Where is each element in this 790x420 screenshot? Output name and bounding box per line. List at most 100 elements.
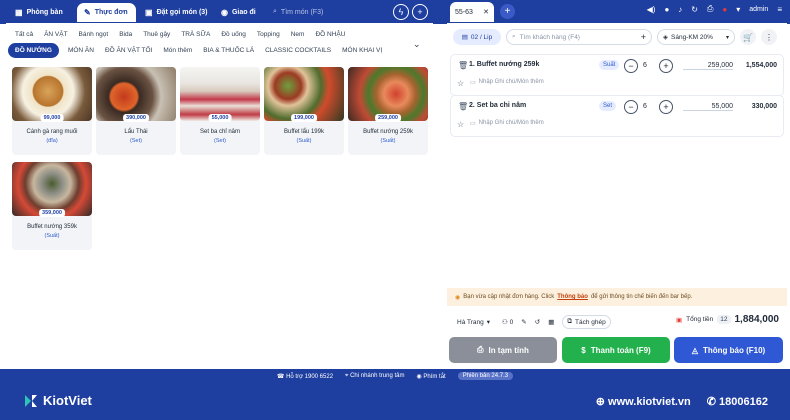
category-item[interactable]: Thuê gậy (143, 31, 170, 38)
guest-count[interactable]: ⚇ 0 (502, 318, 513, 326)
print-bill-button[interactable]: ⎙ In tạm tính (449, 337, 557, 363)
refresh-icon[interactable]: ↻ (691, 5, 698, 14)
item-name: Buffet nướng 359k (27, 224, 77, 230)
bell-icon[interactable]: ♪ (678, 5, 682, 14)
line-item-name[interactable]: 1. Buffet nướng 259k (469, 61, 539, 68)
status-bar: ☎ Hỗ trợ 1900 6522 ⌖ Chi nhánh trung tâm… (0, 369, 790, 383)
increase-qty-button[interactable]: + (659, 100, 673, 114)
info-icon[interactable]: ● (664, 5, 669, 14)
flag-icon[interactable]: ● (722, 5, 727, 14)
food-image (12, 67, 92, 121)
category-item[interactable]: Nem (291, 31, 305, 38)
price-tag: 259,000 (375, 114, 401, 122)
increase-qty-button[interactable]: + (659, 59, 673, 73)
order-total: ▣ Tổng tiền 12 1,884,000 (676, 314, 779, 325)
user-name[interactable]: admin (749, 6, 768, 13)
category-item[interactable]: ĐỒ NHẬU (315, 31, 345, 38)
notify-kitchen-button[interactable]: ◬ Thông báo (F10) (674, 337, 783, 363)
menu-card[interactable]: 390,000 Lẩu Thái (Set) (96, 67, 176, 155)
price-tag: 55,000 (208, 114, 232, 122)
search-icon: ⌕ (273, 8, 277, 15)
order-line: 🗑 2. Set ba chỉ nâm Set − 6 + 55,000 330… (451, 96, 783, 136)
more-icon[interactable]: ⋮ (761, 29, 777, 45)
footer-contacts: ⊕ www.kiotviet.vn ✆ 18006162 (596, 395, 768, 408)
price-tag: 390,000 (123, 114, 149, 122)
category-item[interactable]: TRÀ SỮA (181, 31, 210, 38)
chevron-down-icon[interactable]: ⌄ (413, 39, 425, 51)
trash-icon[interactable]: 🗑 (458, 61, 468, 70)
category-item[interactable]: Món thêm (163, 47, 192, 54)
history-icon[interactable]: ↺ (535, 318, 540, 326)
quantity-value[interactable]: 6 (643, 62, 647, 69)
volume-icon[interactable]: ◀) (647, 5, 656, 14)
notice-link[interactable]: Thông báo (557, 294, 588, 300)
hamburger-icon[interactable]: ≡ (777, 5, 782, 14)
category-item[interactable]: Đồ uống (221, 31, 246, 38)
add-customer-icon[interactable]: + (641, 32, 646, 42)
branch-selector[interactable]: ⌖ Chi nhánh trung tâm (345, 373, 404, 380)
hotline[interactable]: ✆ 18006162 (707, 395, 768, 408)
price-tag: 359,000 (39, 209, 65, 217)
menu-search-input[interactable]: ⌕ Tìm món (F3) (273, 4, 391, 20)
menu-card[interactable]: 99,000 Cánh gà rang muối (đĩa) (12, 67, 92, 155)
shortcuts-link[interactable]: ◉ Phím tắt (416, 373, 445, 380)
category-item[interactable]: Topping (257, 31, 280, 38)
note-icon: ▭ (470, 80, 476, 86)
star-icon[interactable]: ☆ (457, 79, 464, 88)
category-item[interactable]: CLASSIC COCKTAILS (265, 47, 331, 54)
add-icon[interactable]: + (412, 4, 428, 20)
website-link[interactable]: ⊕ www.kiotviet.vn (596, 395, 691, 408)
category-item[interactable]: ĂN VẶT (44, 31, 67, 38)
food-image (180, 67, 260, 121)
tab-delivery[interactable]: ◉ Giao đi (214, 3, 266, 22)
category-item[interactable]: Bida (119, 31, 132, 38)
close-icon[interactable]: ✕ (483, 8, 489, 16)
menu-card[interactable]: 359,000 Buffet nướng 359k (Suất) (12, 162, 92, 250)
quantity-value[interactable]: 6 (643, 103, 647, 110)
category-item[interactable]: ĐỒ ĂN VẶT TỐI (105, 47, 152, 54)
decrease-qty-button[interactable]: − (624, 59, 638, 73)
menu-card[interactable]: 199,000 Buffet lẩu 199k (Suất) (264, 67, 344, 155)
unit-badge[interactable]: Suất (599, 60, 620, 70)
customer-search-input[interactable]: ⌕ Tìm khách hàng (F4) + (506, 29, 652, 45)
unit-price-field[interactable]: 55,000 (683, 103, 733, 111)
tab-tables[interactable]: ▦ Phòng bàn (8, 3, 75, 22)
pay-button[interactable]: $ Thanh toán (F9) (562, 337, 670, 363)
support-link[interactable]: ☎ Hỗ trợ 1900 6522 (277, 373, 333, 380)
flash-icon[interactable]: ϟ (393, 4, 409, 20)
star-icon[interactable]: ☆ (457, 120, 464, 129)
tab-orders[interactable]: ▣ Đặt gọi món (3) (138, 3, 212, 22)
edit-icon[interactable]: ✎ (521, 318, 526, 326)
chevron-down-icon[interactable]: ▾ (736, 5, 740, 14)
add-order-button[interactable]: + (500, 4, 515, 19)
menu-card[interactable]: 259,000 Buffet nướng 259k (Suất) (348, 67, 428, 155)
decrease-qty-button[interactable]: − (624, 100, 638, 114)
tab-menu[interactable]: ✎ Thực đơn (77, 3, 136, 22)
unit-badge[interactable]: Set (599, 101, 617, 111)
version-badge: Phiên bản 24.7.3 (457, 372, 514, 380)
category-item[interactable]: MÓN ĂN (68, 47, 94, 54)
trash-icon[interactable]: 🗑 (458, 102, 468, 111)
staff-select[interactable]: Hà Trang ▾ (453, 315, 494, 329)
food-image (264, 67, 344, 121)
category-item[interactable]: Tất cả (15, 31, 33, 38)
category-item[interactable]: MÓN KHAI VỊ (342, 47, 382, 54)
category-item-active[interactable]: ĐỒ NƯỚNG (8, 43, 59, 58)
note-field[interactable]: ▭ Nhập Ghi chú/Món thêm (470, 79, 544, 86)
tag-icon: ◈ (663, 34, 668, 41)
order-tab[interactable]: 55-63 ✕ (450, 2, 494, 22)
table-selector[interactable]: ▤ 02 / Lip (453, 29, 501, 45)
cart-icon[interactable]: 🛒 (740, 29, 756, 45)
unit-price-field[interactable]: 259,000 (683, 62, 733, 70)
calendar-icon[interactable]: ▦ (548, 318, 554, 326)
split-merge-button[interactable]: ⧉ Tách ghép (562, 315, 611, 329)
menu-card[interactable]: 55,000 Set ba chỉ nâm (Set) (180, 67, 260, 155)
item-name: Buffet lẩu 199k (284, 129, 324, 135)
promotion-select[interactable]: ◈ Sáng-KM 20% ▾ (657, 29, 735, 45)
note-field[interactable]: ▭ Nhập Ghi chú/Món thêm (470, 120, 544, 127)
printer-icon[interactable]: ⎙ (707, 4, 713, 14)
line-item-name[interactable]: 2. Set ba chỉ nâm (469, 102, 526, 109)
category-item[interactable]: BIA & THUỐC LÁ (203, 47, 254, 54)
category-row-primary: Tất cả ĂN VẶT Bánh ngọt Bida Thuê gậy TR… (15, 31, 356, 38)
category-item[interactable]: Bánh ngọt (79, 31, 109, 38)
